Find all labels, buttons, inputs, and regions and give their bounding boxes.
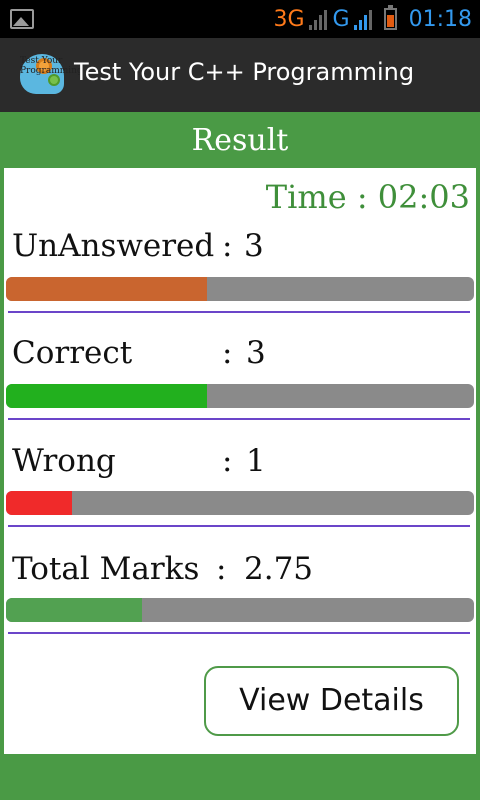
status-right: 3G G 01:18 — [273, 4, 472, 34]
divider — [8, 418, 470, 420]
wrong-value: 1 — [246, 443, 266, 479]
total-marks-progress-bar — [6, 598, 474, 622]
status-bar: 3G G 01:18 — [0, 0, 480, 38]
divider — [8, 311, 470, 313]
correct-progress-fill — [6, 384, 208, 408]
divider — [8, 632, 470, 634]
unanswered-progress-bar — [6, 277, 474, 301]
image-notification-icon — [10, 9, 34, 29]
unanswered-separator: : — [222, 228, 233, 264]
correct-separator: : — [222, 335, 233, 371]
page-title: Result — [191, 123, 289, 158]
unanswered-value: 3 — [244, 228, 264, 264]
network-type-3g: 3G — [273, 6, 305, 32]
app-logo-icon[interactable]: Test Your Programming — [18, 52, 83, 96]
total-marks-value: 2.75 — [244, 551, 314, 587]
unanswered-progress-fill — [6, 277, 208, 301]
total-marks-progress-fill — [6, 598, 142, 622]
wrong-progress-fill — [6, 491, 72, 515]
app-title: Test Your C++ Programming — [74, 58, 415, 86]
signal-icon — [353, 8, 372, 30]
wrong-progress-bar — [6, 491, 474, 515]
correct-progress-bar — [6, 384, 474, 408]
result-card: Time : 02:03 UnAnswered : 3 Correct : 3 … — [4, 168, 476, 754]
unanswered-label: UnAnswered — [12, 228, 215, 264]
correct-label: Correct — [12, 335, 133, 371]
total-marks-separator: : — [216, 551, 227, 587]
wrong-separator: : — [222, 443, 233, 479]
correct-value: 3 — [246, 335, 266, 371]
battery-icon — [383, 5, 397, 30]
status-time: 01:18 — [408, 6, 472, 32]
action-bar: Test Your Programming Test Your C++ Prog… — [0, 38, 480, 112]
signal-icon — [308, 8, 327, 30]
wrong-label: Wrong — [12, 443, 116, 479]
elapsed-time: Time : 02:03 — [265, 178, 470, 216]
divider — [8, 525, 470, 527]
view-details-button[interactable]: View Details — [204, 666, 459, 736]
network-type-g: G — [332, 6, 350, 32]
total-marks-label: Total Marks — [12, 551, 200, 587]
